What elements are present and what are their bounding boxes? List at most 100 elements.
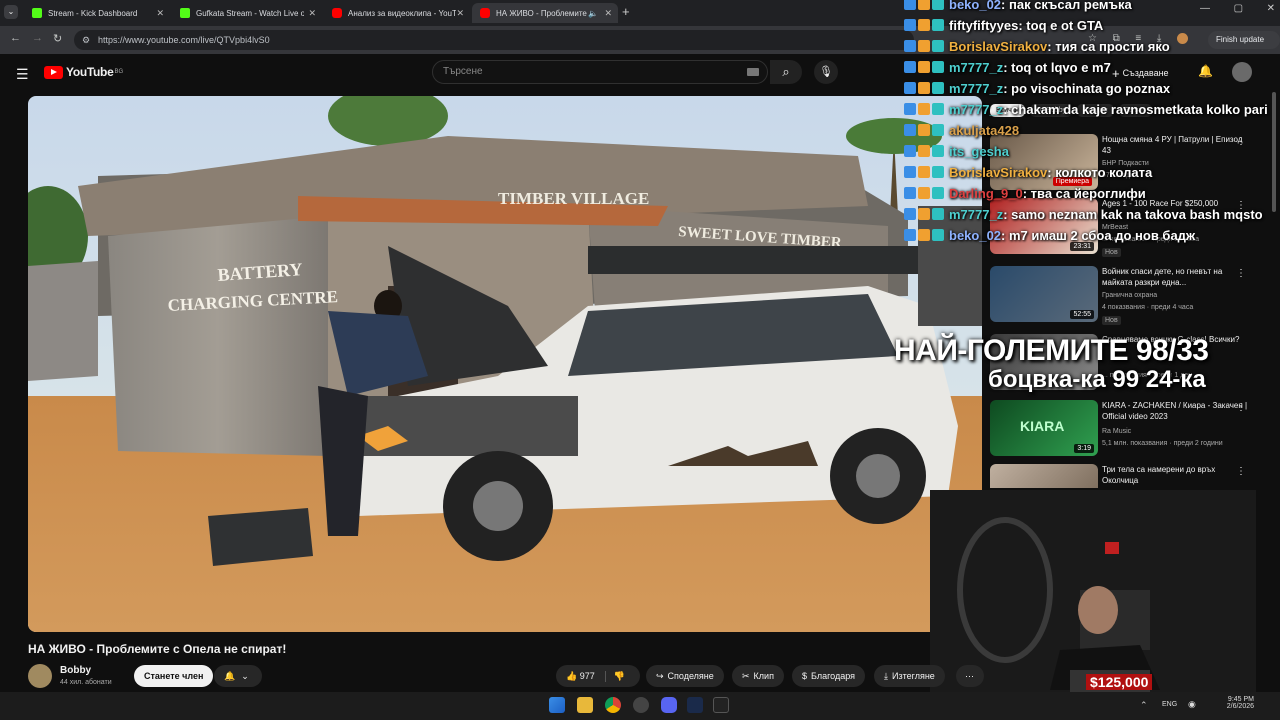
download-button[interactable]: ⤓ Изтегляне (874, 665, 945, 687)
chevron-up-icon[interactable]: ⌃ (1140, 700, 1148, 711)
close-icon[interactable]: ✕ (604, 8, 612, 19)
channel-name[interactable]: Bobby (60, 665, 91, 676)
clip-label: Клип (753, 671, 774, 681)
chat-message: m7777_z : po visochinata go poznax (904, 78, 1170, 98)
kick-icon (32, 8, 42, 18)
list-item[interactable]: KIARA 3:19 KIARA - ZACHAKEN / Киара - За… (990, 400, 1275, 460)
video-title: Войник спаси дете, но гневът на майката … (1102, 267, 1223, 287)
clip-button[interactable]: ✂ Клип (732, 665, 784, 687)
finish-update-button[interactable]: Finish update ⋮ (1208, 31, 1280, 62)
chat-username: m7777_z (949, 59, 1004, 75)
chat-username: beko_02 (949, 0, 1002, 12)
youtube-logo[interactable]: YouTube BG (44, 65, 123, 79)
chat-text: : samo neznam kak na takova bash mqsto (1003, 206, 1263, 222)
speaker-icon[interactable]: 🔈 (588, 9, 598, 18)
chat-badge-icon (904, 40, 916, 52)
address-bar[interactable]: ⚙ https://www.youtube.com/live/QTVpbi4lv… (74, 30, 914, 50)
more-icon[interactable]: ⋮ (1236, 268, 1246, 279)
like-button[interactable]: 👍 977 (566, 671, 595, 682)
dislike-button[interactable]: 👎 (604, 670, 625, 682)
chat-message: BorislavSirakov : тия са прости яко (904, 36, 1170, 56)
chat-badge-icon (904, 0, 916, 10)
chat-badge-icon (932, 40, 944, 52)
chat-badge-icon (904, 208, 916, 220)
close-icon[interactable]: ✕ (156, 8, 164, 19)
chat-badge-icon (918, 40, 930, 52)
clock[interactable]: 9:45 PM 2/6/2026 (1224, 696, 1254, 710)
chrome-icon[interactable] (605, 697, 621, 713)
channel-name: Гранична охрана (1102, 292, 1158, 299)
chat-badge-icon (932, 82, 944, 94)
video-title: НА ЖИВО - Проблемите с Опела не спират! (28, 642, 287, 656)
chat-badge-icon (918, 124, 930, 136)
forward-icon[interactable]: → (32, 32, 43, 44)
thanks-button[interactable]: $ Благодаря (792, 665, 866, 687)
tab-label: Gufkata Stream - Watch Live on (196, 8, 304, 18)
start-icon[interactable] (549, 697, 565, 713)
scrollbar[interactable] (1272, 92, 1276, 212)
search-button[interactable]: ⌕ (770, 60, 802, 84)
voice-search-button[interactable]: 🎙 (814, 60, 838, 84)
tab-search-button[interactable]: ⌄ (4, 5, 18, 19)
channel-avatar[interactable] (28, 664, 52, 688)
share-button[interactable]: ↪ Споделяне (646, 665, 724, 687)
youtube-icon (480, 8, 490, 18)
chat-badge-icon (932, 229, 944, 241)
chat-badge-icon (918, 82, 930, 94)
region-code: BG (114, 69, 124, 75)
new-tab-button[interactable]: + (622, 4, 630, 19)
more-icon[interactable]: ⋮ (1236, 136, 1246, 147)
chat-badge-icon (918, 187, 930, 199)
close-icon[interactable]: ✕ (308, 8, 316, 19)
video-player[interactable]: BATTERY CHARGING CENTRE TIMBER VILLAGE S… (28, 96, 982, 632)
tab-live-video[interactable]: НА ЖИВО - Проблемите с... 🔈 ✕ (472, 3, 618, 23)
chat-username: BorislavSirakov (949, 164, 1048, 180)
list-item[interactable]: Три тела са намерени до връх Околчица ⋮ (990, 464, 1275, 488)
more-actions-button[interactable]: ⋯ (956, 665, 984, 687)
subscription-bell-button[interactable]: 🔔 ⌄ (214, 665, 262, 687)
tab-kick-dashboard[interactable]: Stream - Kick Dashboard ✕ (24, 3, 170, 23)
keyboard-icon[interactable] (747, 68, 759, 76)
chat-badge-icon (932, 187, 944, 199)
tab-gufkata-stream[interactable]: Gufkata Stream - Watch Live on ✕ (172, 3, 322, 23)
language-indicator[interactable]: ENG (1162, 701, 1177, 708)
chat-text: : пак скъсал ремъка (1001, 0, 1132, 12)
menu-icon[interactable]: ☰ (16, 66, 29, 83)
network-icon[interactable]: ◉ (1188, 699, 1196, 710)
reload-icon[interactable]: ↻ (53, 32, 62, 45)
avatar[interactable] (1232, 62, 1252, 82)
back-icon[interactable]: ← (10, 32, 21, 44)
chat-text: : chakam da kaje ravnosmetkata kolko par… (1003, 101, 1268, 117)
tab-video-analytics[interactable]: Анализ за видеоклипа - YouTube ✕ (324, 3, 470, 23)
chat-message: fiftyfiftyyes : toq e ot GTA (904, 15, 1103, 35)
file-explorer-icon[interactable] (577, 697, 593, 713)
notifications-icon[interactable]: 🔔 (1198, 64, 1213, 78)
chat-username: m7777_z (949, 101, 1004, 117)
goal-counter-text: НАЙ-ГОЛЕМИТЕ 98/33 (894, 334, 1209, 367)
join-button[interactable]: Станете член (134, 665, 214, 687)
list-item[interactable]: 52:55 Войник спаси дете, но гневът на ма… (990, 266, 1275, 326)
window-controls: — ▢ ✕ (1200, 3, 1275, 14)
chat-text: : toq ot lqvo e m7 (1003, 59, 1111, 75)
more-icon[interactable]: ⋮ (1236, 402, 1246, 413)
terminal-icon[interactable] (713, 697, 729, 713)
chat-message: m7777_z : toq ot lqvo e m7 (904, 57, 1111, 77)
profile-icon[interactable] (1177, 33, 1188, 44)
site-info-icon[interactable]: ⚙ (82, 30, 90, 50)
chat-username: fiftyfiftyyes (949, 17, 1019, 33)
chat-message: akuljata428 (904, 120, 1019, 140)
scissors-icon: ✂ (742, 670, 750, 681)
search-input[interactable]: Търсене (432, 60, 768, 84)
obs-icon[interactable] (633, 697, 649, 713)
kick-icon (180, 8, 190, 18)
more-icon[interactable]: ⋮ (1236, 466, 1246, 477)
thanks-icon: $ (802, 671, 808, 681)
discord-icon[interactable] (661, 697, 677, 713)
close-icon[interactable]: ✕ (456, 8, 464, 19)
maximize-icon[interactable]: ▢ (1234, 3, 1243, 14)
close-window-icon[interactable]: ✕ (1267, 3, 1275, 14)
video-thumbnail: 52:55 (990, 266, 1098, 322)
share-label: Споделяне (667, 671, 714, 681)
steam-icon[interactable] (687, 697, 703, 713)
minimize-icon[interactable]: — (1200, 3, 1210, 14)
